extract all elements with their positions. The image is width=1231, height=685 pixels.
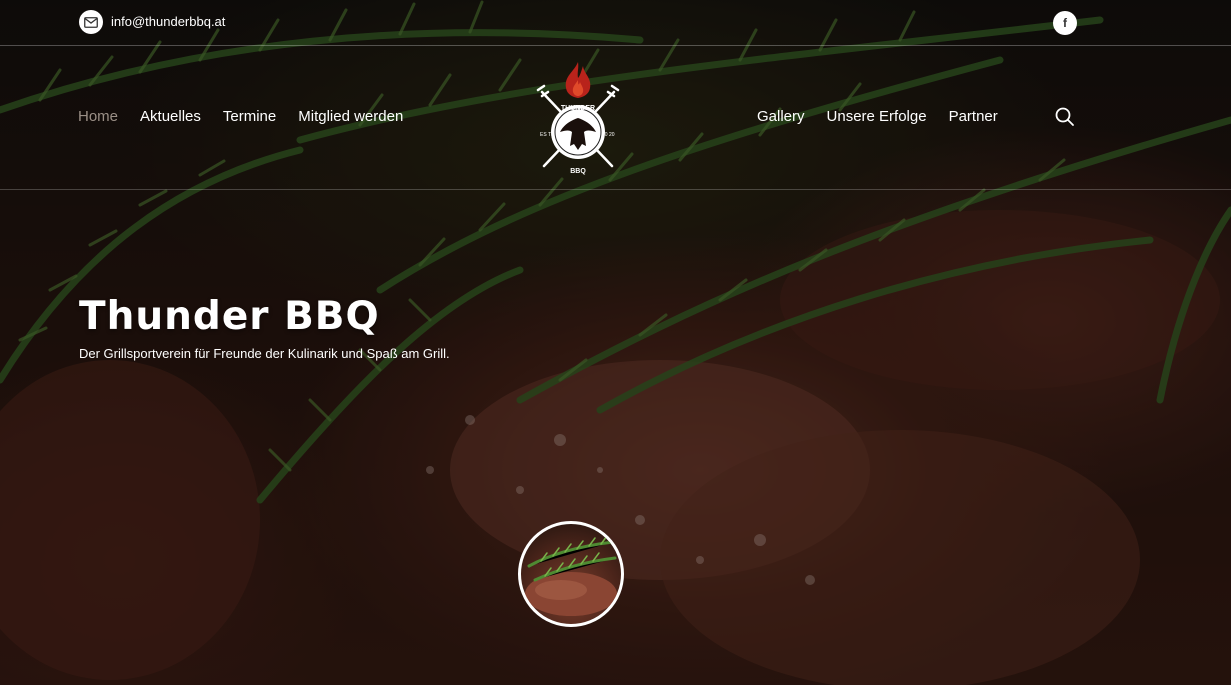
nav-item-unsere-erfolge[interactable]: Unsere Erfolge bbox=[827, 108, 927, 125]
nav-item-gallery[interactable]: Gallery bbox=[757, 108, 805, 125]
top-bar: info@thunderbbq.at f bbox=[0, 0, 1231, 46]
hero-title: Thunder BBQ bbox=[79, 294, 380, 339]
logo-left-text: ES TD bbox=[540, 132, 555, 138]
nav-item-termine[interactable]: Termine bbox=[223, 108, 276, 125]
nav-left-group: Home Aktuelles Termine Mitglied werden bbox=[78, 108, 403, 125]
nav-item-partner[interactable]: Partner bbox=[949, 108, 998, 125]
main-navigation: Home Aktuelles Termine Mitglied werden T… bbox=[0, 46, 1231, 190]
hero-thumbnail-image[interactable] bbox=[518, 521, 624, 627]
thunder-bbq-logo[interactable]: THUNDER BBQ ES TD 20 20 bbox=[534, 60, 622, 176]
search-icon[interactable] bbox=[1054, 106, 1076, 128]
nav-right-group: Gallery Unsere Erfolge Partner bbox=[757, 108, 998, 125]
contact-email-link[interactable]: info@thunderbbq.at bbox=[111, 14, 225, 29]
nav-item-home[interactable]: Home bbox=[78, 108, 118, 125]
logo-bottom-text: BBQ bbox=[570, 168, 586, 175]
logo-right-text: 20 20 bbox=[602, 132, 615, 138]
nav-item-aktuelles[interactable]: Aktuelles bbox=[140, 108, 201, 125]
hero-subtitle: Der Grillsportverein für Freunde der Kul… bbox=[79, 346, 450, 361]
facebook-icon[interactable]: f bbox=[1053, 11, 1077, 35]
nav-item-mitglied-werden[interactable]: Mitglied werden bbox=[298, 108, 403, 125]
logo-top-text: THUNDER bbox=[561, 105, 595, 112]
envelope-icon[interactable] bbox=[79, 10, 103, 34]
